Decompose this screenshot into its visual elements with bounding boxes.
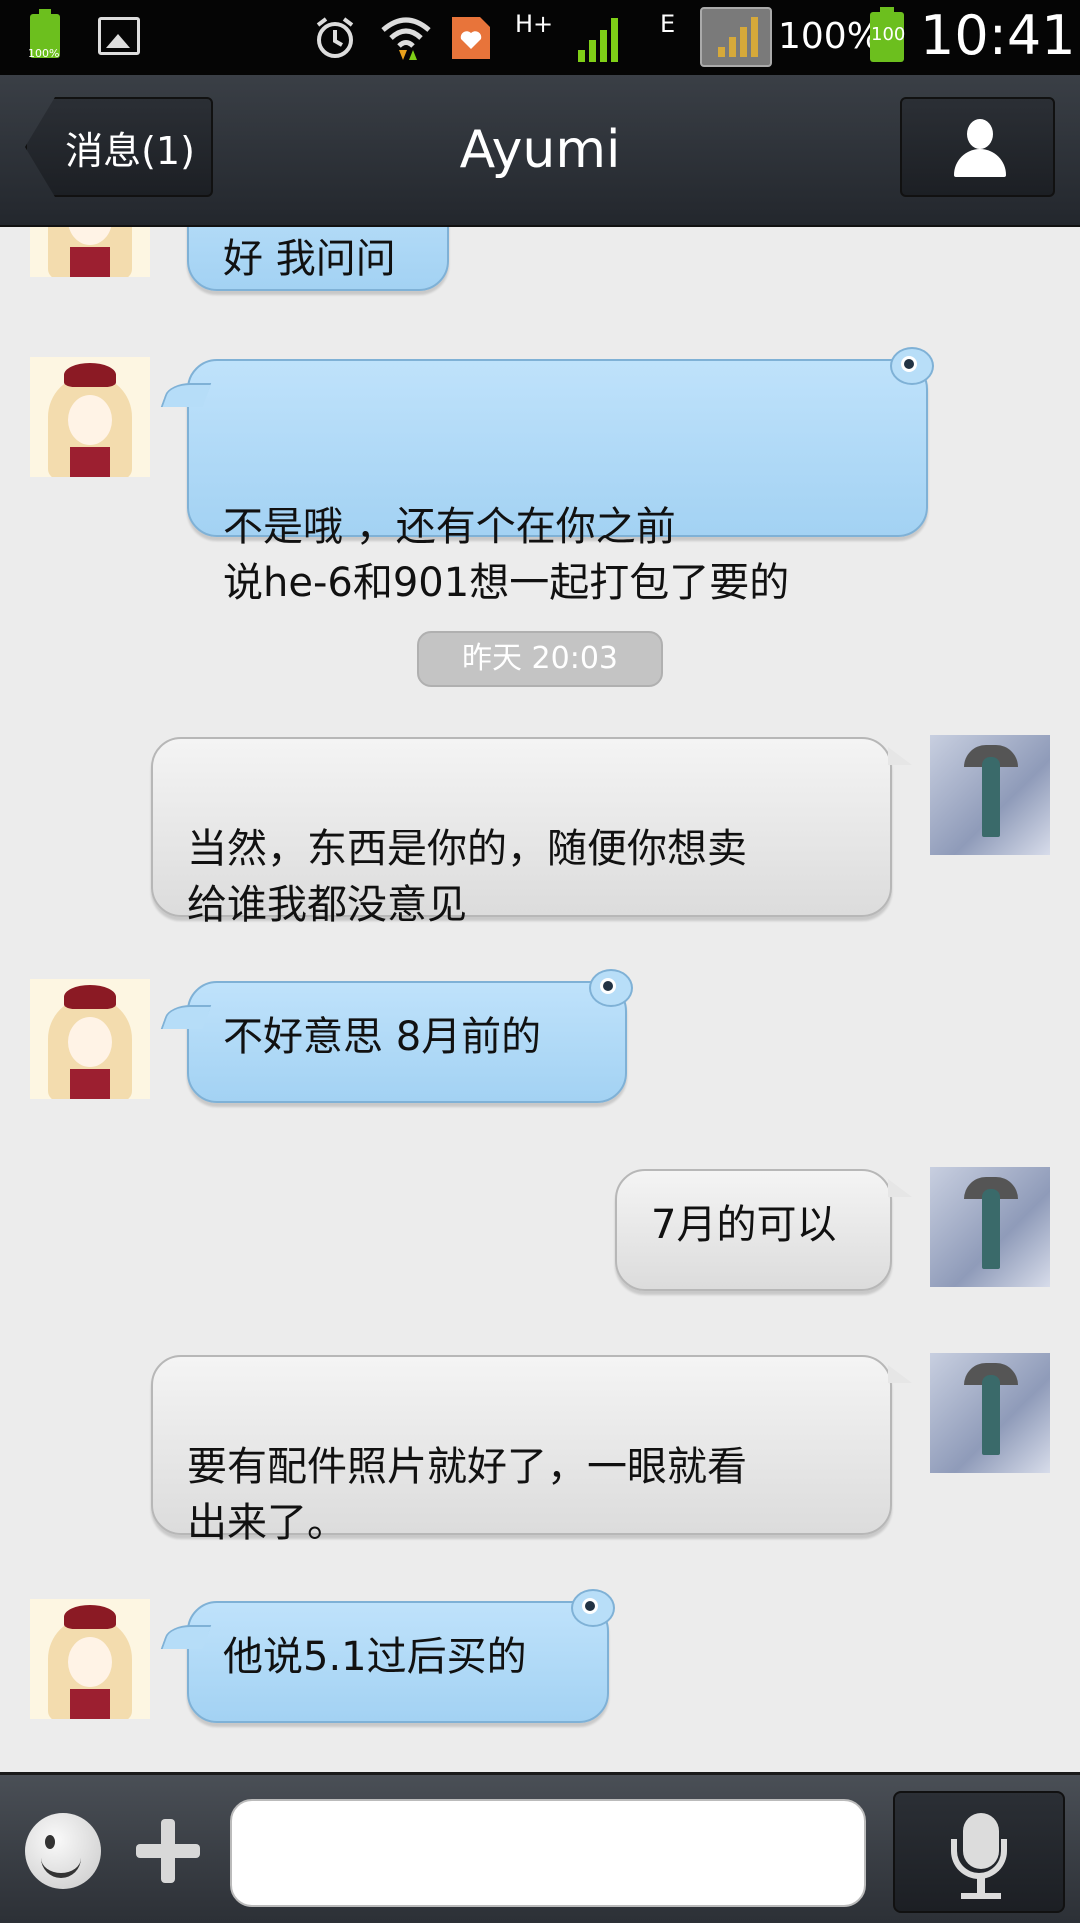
smiley-icon[interactable] (25, 1813, 101, 1889)
incoming-message-bubble[interactable]: 好 我问问 (187, 227, 449, 291)
incoming-message-bubble[interactable]: 他说5.1过后买的 (187, 1589, 615, 1723)
network-type2-label: E (660, 10, 676, 38)
alarm-icon (310, 0, 360, 75)
my-avatar[interactable] (930, 1167, 1050, 1287)
contact-avatar[interactable] (30, 979, 150, 1099)
message-text: 要有配件照片就好了，一眼就看 出来了。 (187, 1444, 747, 1546)
incoming-message-bubble[interactable]: 不好意思 8月前的 (187, 969, 633, 1103)
person-icon (954, 119, 1006, 179)
image-notification-icon (98, 17, 140, 55)
battery-icon-label: 100 (871, 24, 906, 45)
chat-area[interactable]: 好 我问问 不是哦 ，还有个在你之前 说he-6和901想一起打包了要的 昨天 … (0, 227, 1080, 1772)
contact-avatar[interactable] (30, 227, 150, 277)
timestamp-badge: 昨天 20:03 (417, 631, 663, 687)
message-text: 当然，东西是你的，随便你想卖 给谁我都没意见 (187, 826, 747, 928)
battery-percent: 100% (778, 16, 881, 57)
plus-icon[interactable] (130, 1813, 206, 1889)
app-notification-icon (448, 0, 494, 75)
back-button[interactable]: 消息(1) (25, 97, 213, 197)
back-button-label: 消息(1) (65, 128, 195, 173)
wifi-icon (378, 0, 434, 75)
message-input[interactable] (230, 1799, 866, 1907)
outgoing-message-bubble[interactable]: 当然，东西是你的，随便你想卖 给谁我都没意见 (151, 737, 912, 928)
status-bar: 100% H+ E 100% 100 10:41 (0, 0, 1080, 75)
contact-avatar[interactable] (30, 1599, 150, 1719)
battery-small-icon: 100% (28, 9, 60, 60)
bubble-ear-decoration (890, 347, 934, 385)
voice-button[interactable] (893, 1791, 1065, 1913)
contact-avatar[interactable] (30, 357, 150, 477)
message-text: 好 我问问 (223, 236, 396, 282)
nav-bar: Ayumi 消息(1) (0, 75, 1080, 227)
input-bar (0, 1772, 1080, 1923)
network-type-label: H+ (515, 10, 554, 38)
bubble-ear-decoration (589, 969, 633, 1007)
bubble-ear-decoration (571, 1589, 615, 1627)
message-text: 7月的可以 (651, 1202, 837, 1248)
battery-icon: 100 (870, 7, 906, 62)
profile-button[interactable] (900, 97, 1055, 197)
signal-box-icon (700, 7, 772, 67)
message-text: 他说5.1过后买的 (223, 1634, 527, 1680)
battery-small-label: 100% (28, 47, 60, 60)
signal-strength-icon (578, 14, 618, 62)
incoming-message-bubble[interactable]: 不是哦 ，还有个在你之前 说he-6和901想一起打包了要的 (187, 347, 934, 606)
outgoing-message-bubble[interactable]: 7月的可以 (615, 1169, 912, 1291)
clock-time: 10:41 (920, 4, 1076, 67)
outgoing-message-bubble[interactable]: 要有配件照片就好了，一眼就看 出来了。 (151, 1355, 912, 1546)
message-text: 不是哦 ，还有个在你之前 说he-6和901想一起打包了要的 (223, 504, 790, 606)
my-avatar[interactable] (930, 735, 1050, 855)
my-avatar[interactable] (930, 1353, 1050, 1473)
message-text: 不好意思 8月前的 (223, 1014, 542, 1060)
